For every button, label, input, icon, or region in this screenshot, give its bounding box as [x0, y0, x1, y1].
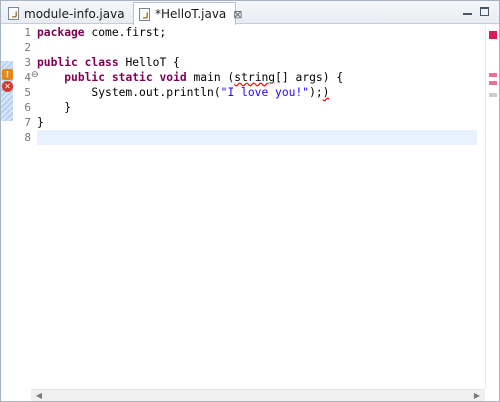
- minimize-button[interactable]: [461, 5, 473, 17]
- tab-module-info[interactable]: module-info.java: [3, 3, 131, 24]
- code-token: );: [309, 86, 323, 99]
- error-token: string: [234, 71, 276, 84]
- horizontal-scrollbar[interactable]: ◀ ▶: [31, 389, 485, 401]
- code-text[interactable]: package come.first; public class HelloT {…: [37, 25, 477, 145]
- line-number: 4: [24, 71, 31, 84]
- code-line[interactable]: [37, 40, 477, 55]
- tab-label: module-info.java: [24, 6, 125, 21]
- keyword-token: static: [111, 71, 153, 84]
- code-line[interactable]: }: [37, 100, 477, 115]
- keyword-token: public: [64, 71, 106, 84]
- line-number: 1: [24, 26, 31, 39]
- keyword-token: class: [84, 56, 119, 69]
- code-line[interactable]: [37, 130, 477, 145]
- code-token: }: [37, 101, 72, 114]
- line-number: 3: [24, 56, 31, 69]
- code-token: main (: [186, 71, 235, 84]
- code-line[interactable]: }: [37, 115, 477, 130]
- warning-marker-icon[interactable]: !: [2, 69, 13, 80]
- maximize-icon: [479, 6, 489, 16]
- keyword-token: public: [37, 56, 78, 69]
- code-line[interactable]: System.out.println("I love you!");): [37, 85, 477, 100]
- maximize-button[interactable]: [478, 5, 490, 17]
- error-summary-icon[interactable]: [489, 31, 497, 39]
- code-line[interactable]: public class HelloT {: [37, 55, 477, 70]
- code-line[interactable]: package come.first;: [37, 25, 477, 40]
- editor-window: module-info.java *HelloT.java ⊠ ! ✕ 1 2 3 4…: [0, 0, 500, 402]
- keyword-token: void: [159, 71, 187, 84]
- tab-label: *HelloT.java: [155, 7, 227, 21]
- minimize-icon: [462, 12, 472, 15]
- code-token: System.out.println(: [37, 86, 221, 99]
- overview-error-mark[interactable]: [489, 81, 497, 85]
- error-token: ): [322, 86, 330, 99]
- tab-hellot[interactable]: *HelloT.java ⊠: [133, 2, 243, 25]
- code-token: come.first;: [84, 26, 167, 39]
- line-number: 2: [24, 41, 31, 54]
- line-number: 6: [24, 101, 31, 114]
- overview-ruler[interactable]: [485, 25, 499, 389]
- code-line[interactable]: public static void main (string[] args) …: [37, 70, 477, 85]
- scroll-right-icon[interactable]: ▶: [471, 391, 483, 400]
- code-token: }: [37, 116, 44, 129]
- line-numbers: 1 2 3 4 5 6 7 8: [13, 25, 31, 145]
- java-file-icon: [139, 7, 150, 21]
- annotation-ruler: ! ✕: [1, 25, 13, 389]
- overview-error-mark[interactable]: [489, 73, 497, 77]
- editor-tab-bar: module-info.java *HelloT.java ⊠: [1, 1, 499, 25]
- code-token: HelloT {: [118, 56, 180, 69]
- line-number: 5: [24, 86, 31, 99]
- scroll-left-icon[interactable]: ◀: [33, 391, 45, 400]
- error-marker-icon[interactable]: ✕: [2, 81, 13, 92]
- close-tab-icon[interactable]: ⊠: [233, 8, 242, 21]
- overview-warning-mark[interactable]: [489, 93, 497, 97]
- keyword-token: package: [37, 26, 85, 39]
- code-token: [] args) {: [275, 71, 344, 84]
- string-token: "I love you!": [220, 86, 310, 99]
- line-number: 8: [24, 131, 31, 144]
- line-number: 7: [24, 116, 31, 129]
- java-file-icon: [8, 7, 19, 20]
- code-editor[interactable]: ! ✕ 12345678 ⊖ package come.first; public…: [1, 25, 499, 401]
